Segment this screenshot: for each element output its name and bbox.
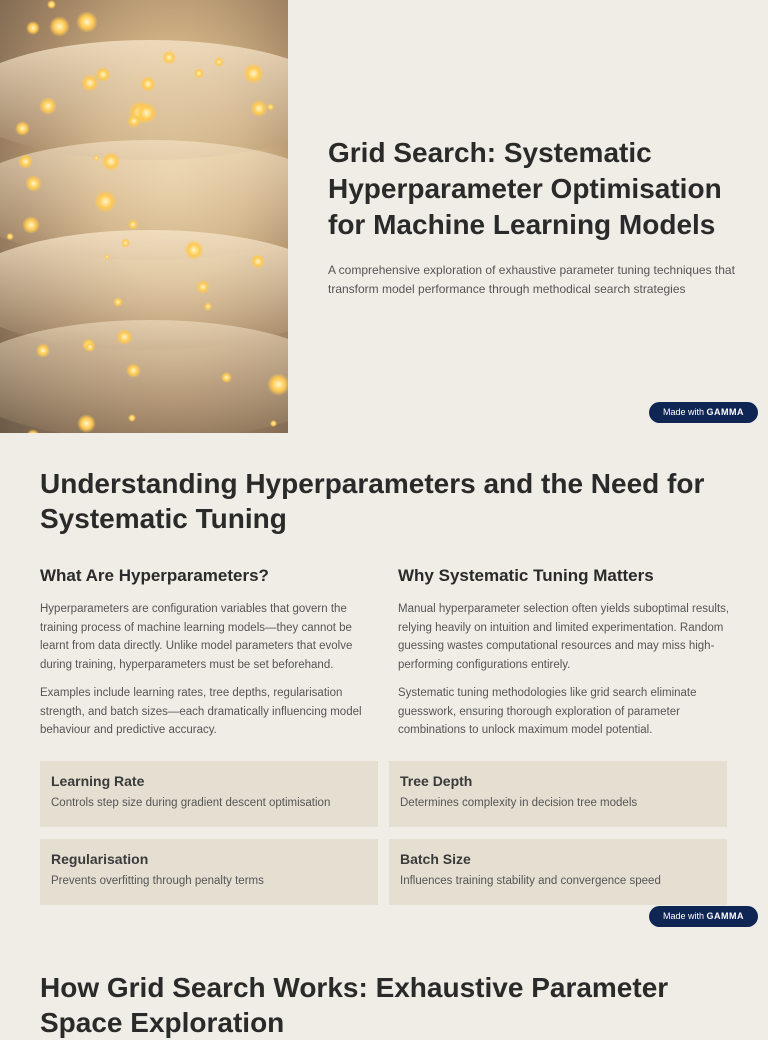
glow-dot: [161, 50, 177, 65]
badge-prefix: Made with: [662, 407, 704, 417]
glow-dot: [115, 328, 133, 346]
badge-prefix: Made with: [662, 911, 704, 921]
card-title: Learning Rate: [51, 773, 145, 789]
page-subtitle: A comprehensive exploration of exhaustiv…: [328, 263, 735, 296]
card-desc: Influences training stability and conver…: [400, 875, 661, 887]
hero-image: [0, 0, 288, 433]
glow-dot: [22, 215, 40, 234]
glow-dot: [126, 114, 141, 129]
glow-dot: [120, 238, 131, 248]
glow-dot: [39, 96, 57, 115]
paragraph: Systematic tuning methodologies like gri…: [398, 687, 697, 736]
glow-dot: [127, 413, 137, 422]
card-desc: Controls step size during gradient desce…: [51, 797, 331, 809]
glow-dot: [242, 63, 264, 84]
glow-dot: [76, 10, 99, 33]
glow-dot: [47, 0, 56, 9]
glow-dot: [103, 253, 110, 260]
badge-brand: GAMMA: [706, 407, 744, 417]
section-title: Understanding Hyperparameters and the Ne…: [40, 468, 705, 534]
glow-dot: [220, 371, 232, 383]
card-title: Batch Size: [400, 851, 471, 867]
glow-dot: [48, 16, 70, 38]
glow-dot: [25, 20, 41, 35]
glow-dot: [184, 240, 204, 260]
glow-dot: [95, 66, 111, 83]
page-title: Grid Search: Systematic Hyperparameter O…: [328, 137, 722, 240]
tuning-column: Why Systematic Tuning Matters Manual hyp…: [398, 566, 733, 750]
paragraph: Hyperparameters are configuration variab…: [40, 603, 353, 671]
glow-dot: [24, 174, 43, 192]
card-title: Tree Depth: [400, 773, 473, 789]
glow-dot: [127, 219, 139, 230]
glow-dot: [14, 121, 30, 136]
card-regularisation: Regularisation Prevents overfitting throu…: [40, 839, 378, 905]
made-with-gamma-badge[interactable]: Made with GAMMA: [648, 906, 758, 927]
made-with-gamma-badge[interactable]: Made with GAMMA: [648, 402, 758, 423]
glow-dot: [6, 232, 14, 241]
card-desc: Prevents overfitting through penalty ter…: [51, 875, 264, 887]
card-learning-rate: Learning Rate Controls step size during g…: [40, 761, 378, 827]
paragraph: Examples include learning rates, tree de…: [40, 687, 362, 736]
glow-dot: [196, 280, 210, 294]
card-batch-size: Batch Size Influences training stability …: [389, 839, 727, 905]
card-tree-depth: Tree Depth Determines complexity in decis…: [389, 761, 727, 827]
paragraph: Manual hyperparameter selection often yi…: [398, 603, 730, 671]
glow-dot: [270, 419, 278, 427]
glow-dot: [113, 296, 124, 307]
glow-dot: [18, 154, 34, 169]
glow-dot: [193, 68, 204, 79]
column-heading: Why Systematic Tuning Matters: [398, 566, 654, 585]
column-heading: What Are Hyperparameters?: [40, 566, 269, 585]
glow-dot: [93, 154, 100, 162]
glow-dot: [76, 414, 97, 433]
hyperparameters-column: What Are Hyperparameters? Hyperparameter…: [40, 566, 375, 750]
glow-dot: [266, 372, 288, 396]
glow-dot: [251, 254, 266, 269]
section-title: How Grid Search Works: Exhaustive Parame…: [40, 972, 669, 1038]
badge-brand: GAMMA: [706, 911, 744, 921]
glow-dot: [25, 428, 40, 433]
glow-dot: [203, 302, 213, 311]
glow-dot: [93, 189, 117, 213]
card-desc: Determines complexity in decision tree m…: [400, 797, 638, 809]
card-title: Regularisation: [51, 851, 149, 867]
